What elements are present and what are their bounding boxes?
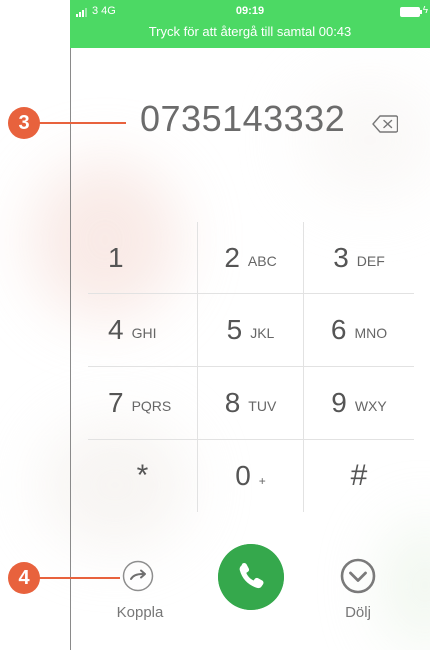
- annotation-line: [38, 122, 126, 124]
- key-letters: MNO: [354, 325, 388, 341]
- key-letters: +: [258, 474, 266, 488]
- key-digit: 1: [108, 241, 124, 273]
- key-3[interactable]: 3 DEF: [304, 222, 414, 294]
- key-digit: 7: [108, 387, 124, 418]
- charging-icon: ϟ: [422, 5, 428, 16]
- key-digit: 2: [224, 241, 240, 273]
- key-digit: #: [350, 459, 368, 492]
- key-letters: JKL: [250, 325, 275, 341]
- key-4[interactable]: 4 GHI: [88, 294, 198, 367]
- dialed-number: 0735143332: [140, 98, 346, 139]
- key-digit: 5: [226, 314, 243, 345]
- key-letters: GHI: [131, 325, 157, 341]
- key-digit: 3: [333, 241, 349, 273]
- phone-icon[interactable]: [218, 544, 284, 610]
- key-digit: 8: [224, 387, 241, 418]
- key-hash[interactable]: #: [304, 440, 414, 512]
- key-letters: DEF: [356, 252, 385, 269]
- key-letters: PQRS: [131, 398, 172, 414]
- key-letters: TUV: [248, 398, 277, 414]
- key-star[interactable]: *: [88, 440, 198, 512]
- key-digit: 0: [235, 460, 251, 491]
- hide-keypad-label[interactable]: Dölj: [334, 604, 382, 621]
- call-banner-text: Tryck för att återgå till samtal 00:43: [148, 24, 352, 39]
- status-bar: 3 4G 09:19 ϟ: [70, 5, 430, 21]
- key-digit: 9: [331, 387, 347, 418]
- key-letters: ABC: [247, 252, 277, 269]
- annotation-badge: 3: [8, 107, 40, 139]
- dial-keypad: 1 2 ABC 3 DEF 4 GHI 5 JKL 6 MNO 7 PQRS 8…: [88, 222, 414, 512]
- key-7[interactable]: 7 PQRS: [88, 367, 198, 440]
- backspace-icon[interactable]: [372, 115, 398, 133]
- key-1[interactable]: 1: [88, 222, 198, 294]
- transfer-label[interactable]: Koppla: [112, 604, 168, 621]
- key-0[interactable]: 0 +: [198, 440, 304, 512]
- key-digit: *: [136, 459, 149, 492]
- key-5[interactable]: 5 JKL: [198, 294, 304, 367]
- dialer-screen: 3 4G 09:19 ϟ Tryck för att återgå till s…: [0, 0, 430, 650]
- key-6[interactable]: 6 MNO: [304, 294, 414, 367]
- return-to-call-bar[interactable]: 3 4G 09:19 ϟ Tryck för att återgå till s…: [70, 0, 430, 48]
- key-digit: 6: [330, 314, 347, 345]
- battery-icon: [400, 7, 422, 17]
- chevron-down-circle-icon[interactable]: [340, 558, 376, 594]
- annotation-badge: 4: [8, 562, 40, 594]
- key-2[interactable]: 2 ABC: [198, 222, 304, 294]
- status-time: 09:19: [235, 5, 265, 17]
- key-9[interactable]: 9 WXY: [304, 367, 414, 440]
- background-blur: [380, 520, 430, 650]
- key-8[interactable]: 8 TUV: [198, 367, 304, 440]
- device-frame-edge: [70, 0, 71, 650]
- key-digit: 4: [108, 314, 124, 345]
- arrow-right-circle-icon[interactable]: [122, 560, 154, 592]
- key-letters: WXY: [354, 398, 387, 414]
- annotation-line: [38, 577, 120, 579]
